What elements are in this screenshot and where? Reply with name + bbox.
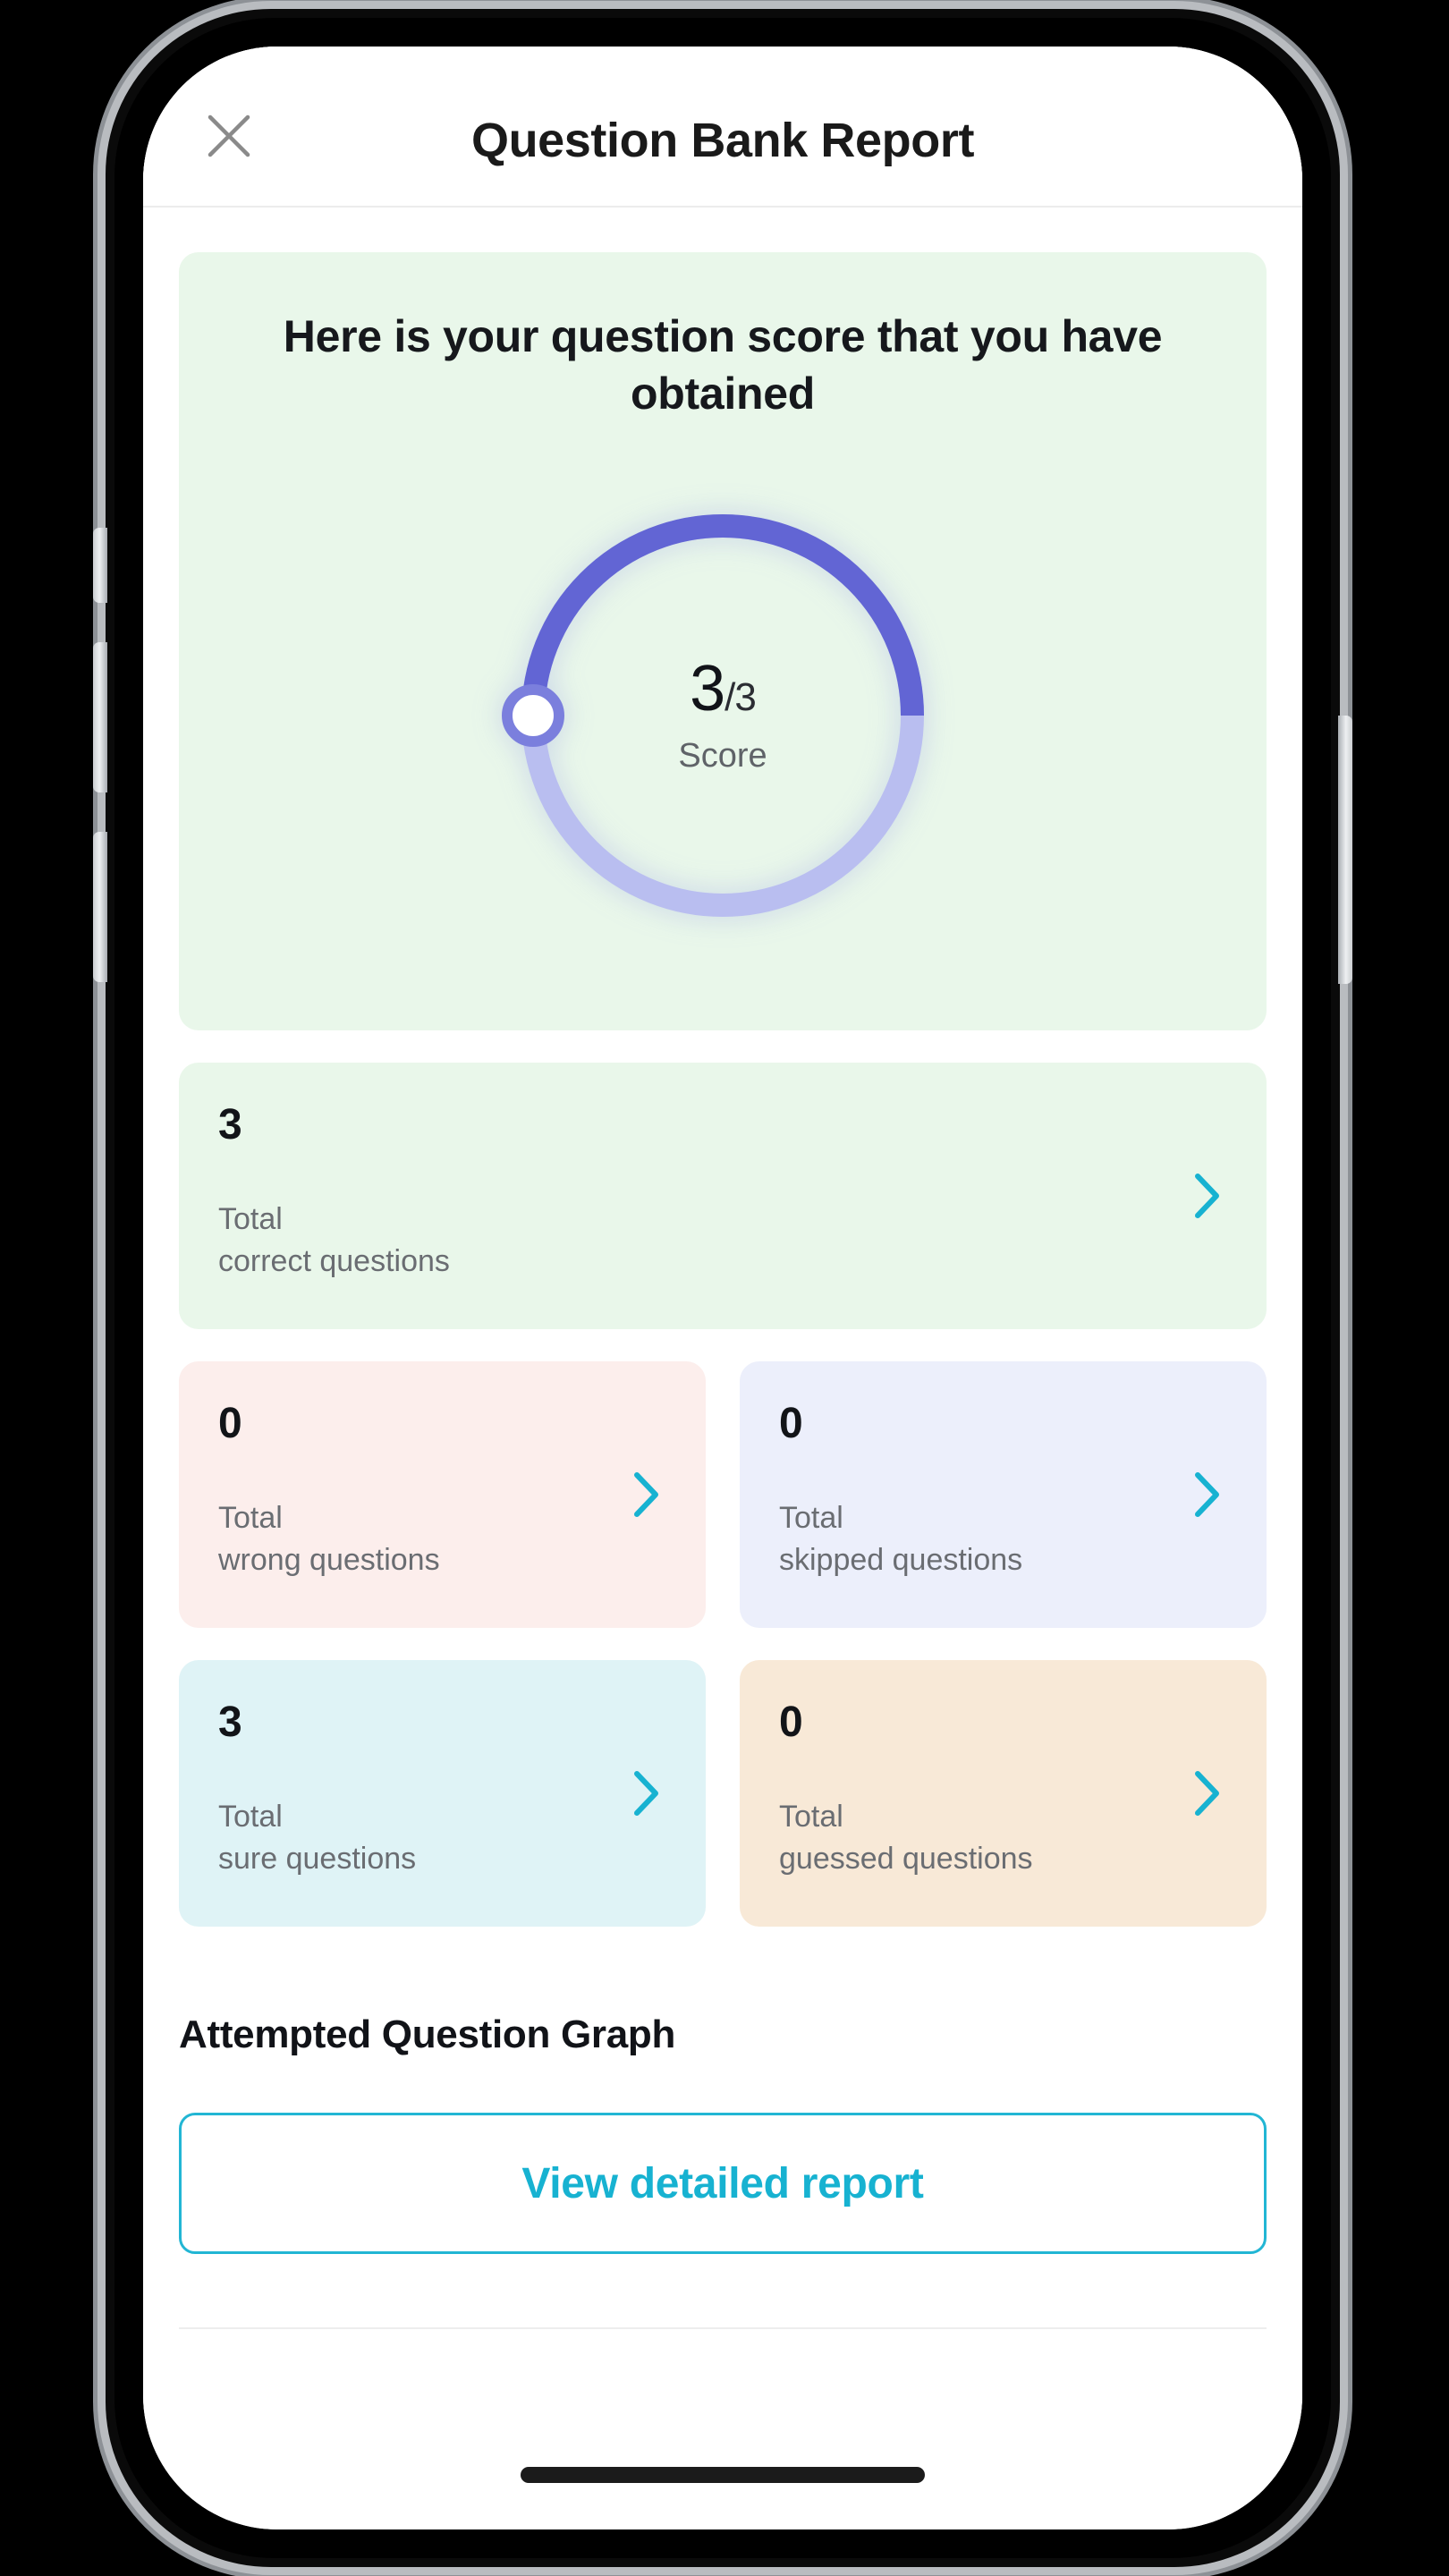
- graph-section: Attempted Question Graph View detailed r…: [179, 2012, 1267, 2254]
- stat-label-line1: Total: [218, 1800, 283, 1834]
- stat-value-skipped: 0: [779, 1400, 803, 1447]
- volume-up-button[interactable]: [93, 642, 107, 792]
- stat-value-wrong: 0: [218, 1400, 242, 1447]
- stat-label-line1: Total: [218, 1202, 283, 1236]
- stat-label-skipped: Total skipped questions: [779, 1497, 1022, 1581]
- stat-label-line2: skipped questions: [779, 1542, 1023, 1577]
- stat-label-line2: wrong questions: [218, 1542, 440, 1577]
- chevron-right-icon[interactable]: [1188, 1771, 1227, 1816]
- stat-label-line1: Total: [218, 1501, 283, 1535]
- bottom-divider: [179, 2327, 1267, 2329]
- stat-label-guessed: Total guessed questions: [779, 1796, 1033, 1880]
- graph-heading: Attempted Question Graph: [179, 2012, 676, 2056]
- stat-value-correct: 3: [218, 1101, 242, 1148]
- stat-card-skipped[interactable]: 0 Total skipped questions: [740, 1361, 1267, 1628]
- stat-label-wrong: Total wrong questions: [218, 1497, 440, 1581]
- stat-label-line2: correct questions: [218, 1243, 450, 1278]
- stat-value-sure: 3: [218, 1699, 242, 1746]
- report-body: Here is your question score that you hav…: [143, 209, 1302, 2329]
- page-title: Question Bank Report: [470, 114, 975, 167]
- chevron-right-icon[interactable]: [1188, 1174, 1227, 1218]
- chevron-right-icon[interactable]: [1188, 1472, 1227, 1517]
- score-gauge: 3/3 Score: [499, 492, 946, 939]
- app-screen: Question Bank Report Here is your questi…: [143, 47, 1302, 2529]
- stat-row-sure-guessed: 3 Total sure questions 0 Total guessed q…: [179, 1660, 1267, 1927]
- mute-switch[interactable]: [93, 528, 107, 603]
- stat-label-sure: Total sure questions: [218, 1796, 416, 1880]
- stat-card-correct[interactable]: 3 Total correct questions: [179, 1063, 1267, 1329]
- stat-label-line1: Total: [779, 1800, 843, 1834]
- chevron-right-icon[interactable]: [627, 1472, 666, 1517]
- stat-label-line1: Total: [779, 1501, 843, 1535]
- stat-card-guessed[interactable]: 0 Total guessed questions: [740, 1660, 1267, 1927]
- stat-label-line2: sure questions: [218, 1841, 417, 1876]
- stat-label-line2: guessed questions: [779, 1841, 1033, 1876]
- chevron-right-icon[interactable]: [627, 1771, 666, 1816]
- stat-value-guessed: 0: [779, 1699, 803, 1746]
- stat-card-wrong[interactable]: 0 Total wrong questions: [179, 1361, 706, 1628]
- stats-section: 3 Total correct questions 0 Total wrong …: [179, 1063, 1267, 1927]
- app-header: Question Bank Report: [143, 47, 1302, 208]
- home-indicator[interactable]: [521, 2467, 925, 2483]
- stat-card-sure[interactable]: 3 Total sure questions: [179, 1660, 706, 1927]
- score-summary-card: Here is your question score that you hav…: [179, 252, 1267, 1030]
- score-card-heading: Here is your question score that you hav…: [283, 311, 1163, 419]
- phone-screen: Question Bank Report Here is your questi…: [143, 47, 1302, 2529]
- stat-label-correct: Total correct questions: [218, 1199, 450, 1283]
- volume-down-button[interactable]: [93, 832, 107, 982]
- view-detailed-report-button[interactable]: View detailed report: [179, 2113, 1267, 2254]
- stat-row-wrong-skipped: 0 Total wrong questions 0 Total skipped …: [179, 1361, 1267, 1628]
- power-button[interactable]: [1338, 716, 1352, 984]
